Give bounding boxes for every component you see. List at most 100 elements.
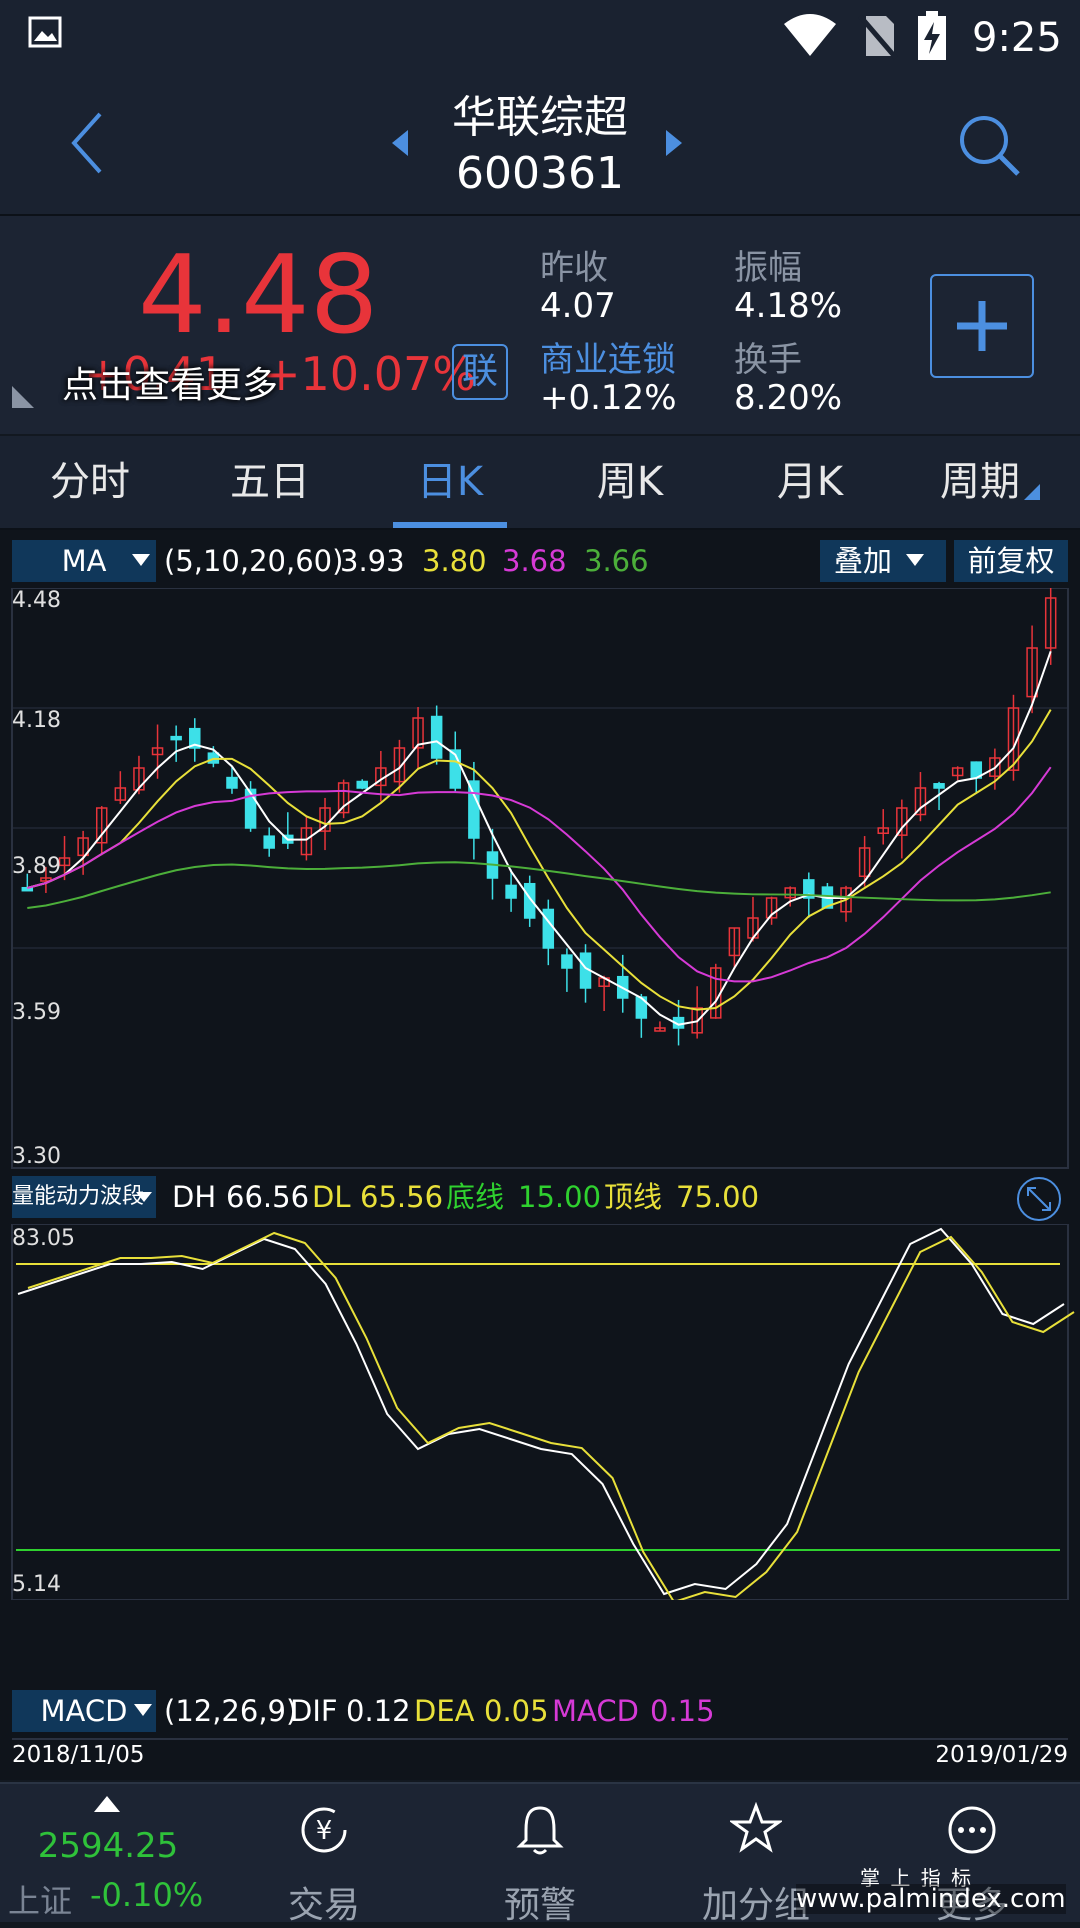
ma5-value: 3.93: [340, 544, 405, 578]
kline-axis-4: 3.59: [12, 1000, 61, 1025]
dl-label: DL: [312, 1180, 351, 1214]
overlay-label: 叠加: [834, 544, 893, 578]
more-tooltip[interactable]: 点击查看更多: [62, 362, 278, 410]
sector-link[interactable]: 商业连锁: [540, 332, 676, 381]
add-watchlist-button[interactable]: [930, 274, 1034, 378]
stock-name: 华联综超: [452, 92, 628, 143]
overlay-dropdown-icon: [906, 554, 924, 566]
index-change: -0.10%: [90, 1876, 204, 1914]
energy-indicator-label: 量能动力波段: [12, 1184, 145, 1209]
macd-value: 0.15: [650, 1694, 715, 1728]
wifi-icon: [784, 14, 836, 56]
index-name: 上证: [8, 1882, 73, 1920]
ma10-line: [27, 709, 1052, 1011]
ma-dropdown-icon: [132, 554, 150, 566]
back-icon[interactable]: [66, 110, 106, 176]
nav-alert[interactable]: 预警: [432, 1784, 648, 1926]
nav-trade-label: 交易: [287, 1885, 360, 1926]
linked-badge[interactable]: 联: [452, 344, 508, 400]
overlay-select[interactable]: 叠加: [820, 540, 946, 582]
macd-dropdown-icon: [134, 1704, 152, 1716]
kline-chart[interactable]: [0, 588, 1080, 1170]
sector-change: +0.12%: [540, 378, 677, 418]
energy-indicator-select[interactable]: 量能动力波段: [12, 1176, 156, 1218]
bell-icon: [516, 1806, 564, 1855]
macd-label: MACD: [552, 1694, 639, 1728]
svg-text:¥: ¥: [316, 1816, 333, 1846]
prev-close-label: 昨收: [540, 248, 608, 288]
battery-charging-icon: [918, 11, 946, 60]
prev-close-value: 4.07: [540, 286, 616, 326]
next-stock-icon[interactable]: [664, 128, 684, 158]
header: 华联综超 600361: [0, 78, 1080, 216]
active-tab-indicator: [393, 522, 507, 528]
bottom-line-value: 15.00: [518, 1180, 602, 1214]
energy-chart[interactable]: [0, 1224, 1080, 1600]
chart-area[interactable]: MA (5,10,20,60) 3.93 3.80 3.68 3.66 叠加 前…: [0, 530, 1080, 1780]
nav-alert-label: 预警: [503, 1885, 576, 1926]
candle-body: [505, 884, 517, 899]
more-dots-icon: [948, 1806, 996, 1854]
bottom-line-label: 底线: [446, 1180, 505, 1214]
index-ticker[interactable]: 2594.25 上证 -0.10%: [0, 1784, 216, 1922]
tab-daily-k[interactable]: 日K: [360, 436, 540, 528]
index-up-icon: [94, 1796, 120, 1812]
no-sim-icon: [858, 14, 898, 60]
tab-intraday[interactable]: 分时: [0, 436, 180, 528]
candle-body: [263, 835, 275, 849]
period-tabs: 分时 五日 日K 周K 月K 周期: [0, 436, 1080, 530]
candle-body: [933, 783, 945, 789]
fullscreen-icon[interactable]: [1016, 1176, 1062, 1222]
tab-weekly-k[interactable]: 周K: [540, 436, 720, 528]
turnover-value: 8.20%: [734, 378, 843, 418]
expand-corner-icon: [12, 386, 34, 408]
dif-value: 0.12: [346, 1694, 411, 1728]
status-bar: 9:25: [0, 0, 1080, 78]
adjust-label: 前复权: [967, 544, 1055, 578]
top-line-value: 75.00: [676, 1180, 760, 1214]
macd-indicator-label: MACD: [40, 1694, 128, 1728]
start-date: 2018/11/05: [12, 1742, 145, 1768]
end-date: 2019/01/29: [935, 1742, 1068, 1768]
quote-panel[interactable]: 4.48 +0.41 +10.07% 点击查看更多 联 昨收 4.07 商业连锁…: [0, 216, 1080, 434]
star-icon: [730, 1802, 782, 1853]
tab-period[interactable]: 周期: [900, 436, 1060, 528]
ma-params: (5,10,20,60): [164, 544, 344, 578]
nav-trade[interactable]: ¥ 交易: [216, 1784, 432, 1926]
ma20-line: [27, 766, 1052, 983]
energy-frame: [11, 1224, 1069, 1600]
prev-stock-icon[interactable]: [390, 128, 410, 158]
dea-label: DEA: [414, 1694, 475, 1728]
bottom-nav: 2594.25 上证 -0.10% ¥ 交易 预警 加分组 更多 掌 上 指 标…: [0, 1782, 1080, 1926]
kline-axis-top: 4.48: [12, 588, 61, 613]
energy-axis-bottom: 5.14: [12, 1572, 61, 1597]
macd-divider: [12, 1738, 1068, 1740]
candle-body: [226, 776, 238, 789]
last-price: 4.48: [138, 233, 379, 358]
search-icon[interactable]: [958, 114, 1022, 178]
price-change-pct: +10.07%: [262, 347, 476, 401]
dea-value: 0.05: [484, 1694, 549, 1728]
dh-label: DH: [172, 1180, 217, 1214]
top-line-label: 顶线: [604, 1180, 663, 1214]
adjust-button[interactable]: 前复权: [954, 540, 1068, 582]
amplitude-value: 4.18%: [734, 286, 843, 326]
clock: 9:25: [972, 15, 1062, 61]
plus-icon: [957, 301, 1007, 351]
dif-label: DIF: [290, 1694, 338, 1728]
candle-body: [356, 780, 368, 789]
ma-indicator-label: MA: [61, 544, 107, 578]
period-dropdown-icon: [1024, 484, 1040, 500]
energy-dropdown-icon: [136, 1192, 152, 1202]
candle-body: [561, 954, 573, 969]
candle-body: [468, 780, 480, 839]
tab-monthly-k[interactable]: 月K: [720, 436, 900, 528]
gallery-icon: [28, 16, 62, 48]
candle-body: [170, 735, 182, 741]
dh-line: [17, 1227, 1065, 1596]
trade-yen-icon: ¥: [301, 1807, 347, 1853]
tab-five-day[interactable]: 五日: [180, 436, 360, 528]
candle-body: [542, 908, 555, 949]
ma5-line: [27, 651, 1052, 1026]
kline-axis-2: 4.18: [12, 708, 61, 733]
